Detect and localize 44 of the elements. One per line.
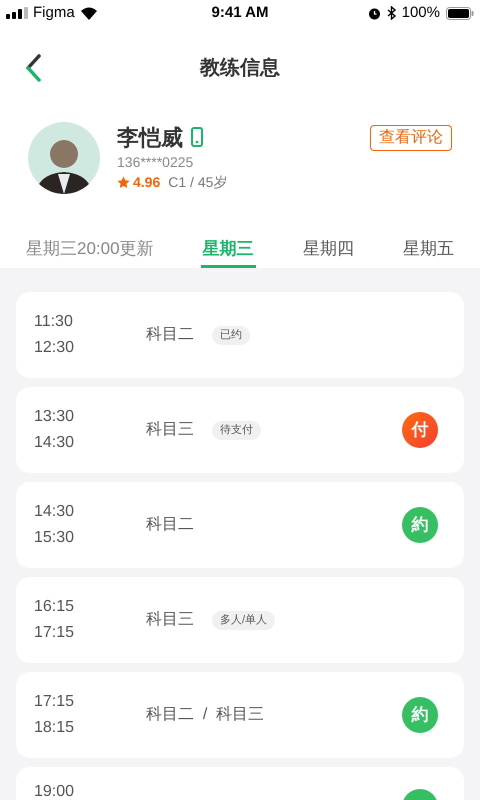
slot-time: 12:30	[34, 338, 76, 358]
slot-time: 14:30	[34, 502, 76, 522]
time-slot-card[interactable]: 17:15 18:15 科目二 / 科目三 約	[16, 672, 464, 758]
slot-time: 19:00	[34, 782, 76, 800]
status-tag: 待支付	[212, 420, 261, 440]
slot-time: 11:30	[34, 312, 74, 332]
day-tab[interactable]: 星期三20:00更新	[24, 220, 156, 268]
bluetooth-icon	[386, 6, 396, 20]
slot-time: 17:15	[34, 692, 76, 712]
carrier-name: Figma	[33, 2, 75, 23]
slot-time: 13:30	[34, 407, 76, 427]
time-slot-card[interactable]: 14:30 15:30 科目二 約	[16, 482, 464, 568]
status-tag: 多人/单人	[212, 610, 276, 630]
alarm-icon	[368, 6, 381, 20]
rating: 4.96	[133, 173, 160, 192]
day-tab[interactable]: 星期五	[400, 220, 456, 268]
phone-number: 136****0225	[117, 153, 194, 172]
time-slot-card[interactable]: 16:15 17:15 科目三 多人/单人	[16, 577, 464, 663]
subject: 科目二	[146, 325, 194, 345]
phone-icon[interactable]	[191, 127, 203, 147]
subject: 科目三	[146, 420, 194, 440]
subject: 科目三	[146, 610, 194, 630]
slot-time: 17:15	[34, 623, 76, 643]
battery-icon	[446, 6, 474, 20]
back-icon	[25, 54, 41, 82]
slot-time: 15:30	[34, 528, 76, 548]
wifi-icon	[80, 6, 98, 20]
signal-icon	[6, 7, 28, 19]
page-title: 教练信息	[200, 56, 280, 81]
slot-time: 18:15	[34, 718, 76, 738]
time-slot-card[interactable]: 13:30 14:30 科目三 待支付 付	[16, 387, 464, 473]
slot-time: 16:15	[34, 597, 76, 617]
status-time: 9:41 AM	[212, 2, 268, 23]
time-slot-card[interactable]: 19:00	[16, 767, 464, 800]
coach-name: 李恺威	[117, 124, 183, 152]
subject: 科目二 / 科目三	[146, 705, 264, 725]
star-icon	[117, 176, 130, 188]
subject: 科目二	[146, 515, 194, 535]
slot-time: 14:30	[34, 433, 76, 453]
day-tab[interactable]: 星期四	[300, 220, 356, 268]
time-slot-card[interactable]: 11:30 12:30 科目二 已约	[16, 292, 464, 378]
license-age: C1 / 45岁	[168, 173, 228, 192]
battery-percent: 100%	[402, 2, 440, 23]
status-tag: 已约	[212, 326, 250, 344]
